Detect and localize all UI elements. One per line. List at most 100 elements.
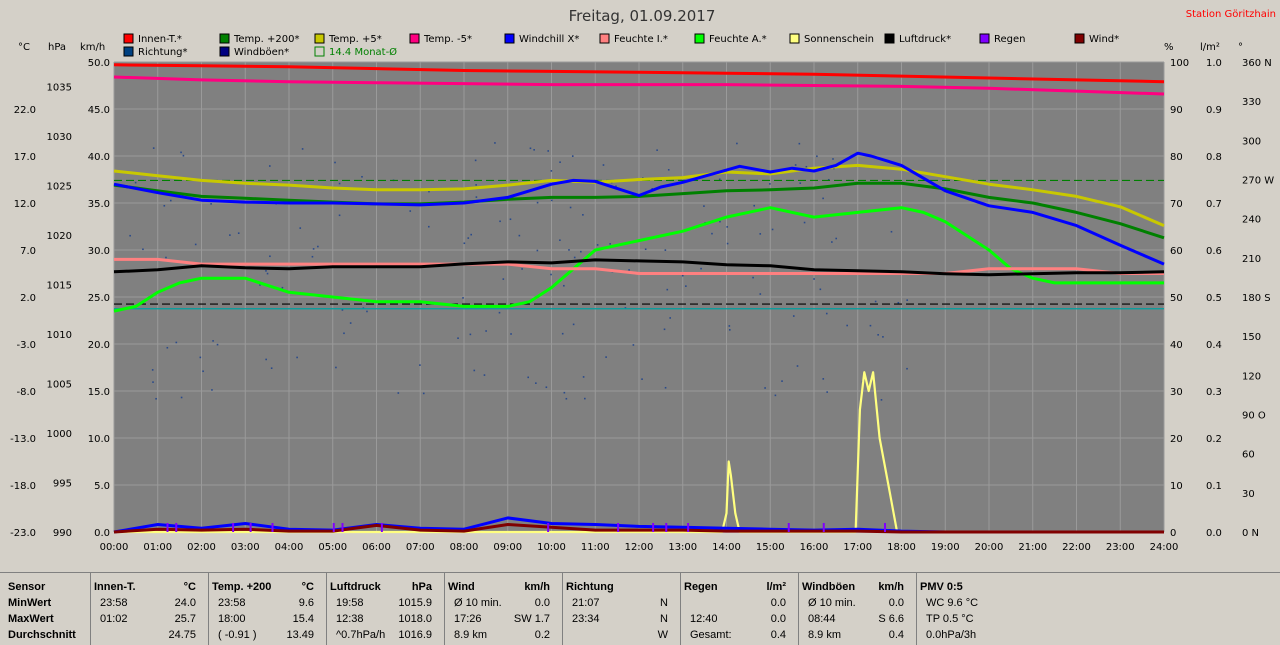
direction-point bbox=[771, 228, 774, 231]
x-tick-label: 14:00 bbox=[712, 542, 741, 553]
tick-label-kmh: 10.0 bbox=[88, 434, 110, 445]
direction-point bbox=[470, 233, 472, 236]
direction-point bbox=[457, 337, 459, 340]
direction-point bbox=[897, 301, 900, 304]
stats-cell: 21:07 N bbox=[572, 597, 668, 609]
unit-percent: % bbox=[1164, 42, 1174, 53]
tick-label-deg: 90 O bbox=[1242, 411, 1266, 422]
legend-label: Temp. +5* bbox=[328, 34, 382, 45]
direction-point bbox=[726, 226, 729, 228]
direction-point bbox=[338, 182, 341, 185]
stats-cell: 8.9 km 0.4 bbox=[808, 629, 904, 641]
direction-point bbox=[473, 369, 476, 372]
x-tick-label: 12:00 bbox=[625, 542, 654, 553]
direction-point bbox=[266, 272, 269, 275]
unit-celsius: °C bbox=[18, 42, 30, 53]
tick-label-kmh: 35.0 bbox=[88, 199, 110, 210]
tick-label-deg: 210 bbox=[1242, 254, 1261, 265]
stats-divider bbox=[680, 573, 681, 645]
stats-divider bbox=[798, 573, 799, 645]
rain-bar bbox=[166, 523, 169, 532]
stats-cell: 12:38 1018.0 bbox=[336, 613, 432, 625]
direction-point bbox=[582, 376, 585, 378]
tick-label-hpa: 1030 bbox=[47, 132, 72, 143]
tick-label-hpa: 995 bbox=[53, 479, 72, 490]
direction-point bbox=[142, 248, 144, 251]
direction-point bbox=[718, 178, 721, 181]
x-tick-label: 21:00 bbox=[1018, 542, 1047, 553]
direction-point bbox=[334, 161, 336, 164]
x-tick-label: 09:00 bbox=[493, 542, 522, 553]
tick-label-hpa: 1000 bbox=[47, 429, 72, 440]
stats-cell: 23:58 24.0 bbox=[100, 597, 196, 609]
tick-label-celsius: 12.0 bbox=[14, 199, 36, 210]
stats-divider bbox=[90, 573, 91, 645]
direction-point bbox=[210, 203, 212, 205]
stats-cell: W bbox=[657, 629, 668, 641]
rain-bar bbox=[652, 523, 655, 532]
direction-point bbox=[166, 346, 169, 349]
direction-point bbox=[547, 150, 549, 152]
direction-point bbox=[869, 324, 872, 327]
direction-point bbox=[563, 391, 566, 394]
rain-bar bbox=[175, 523, 178, 532]
direction-point bbox=[494, 142, 496, 144]
direction-point bbox=[518, 234, 521, 237]
weather-chart: Freitag, 01.09.2017 Station Göritzhain I… bbox=[0, 0, 1280, 570]
rain-bar bbox=[332, 523, 335, 532]
direction-point bbox=[335, 366, 337, 369]
tick-label-lm2: 0.7 bbox=[1206, 199, 1222, 210]
direction-point bbox=[584, 397, 586, 400]
stats-cell: 8.9 km 0.2 bbox=[454, 629, 550, 641]
direction-point bbox=[341, 309, 344, 311]
x-tick-label: 04:00 bbox=[275, 542, 304, 553]
direction-point bbox=[559, 239, 561, 242]
direction-point bbox=[805, 165, 808, 168]
tick-label-deg: 30 bbox=[1242, 489, 1255, 500]
legend-label: Richtung* bbox=[138, 47, 188, 58]
direction-point bbox=[726, 242, 729, 245]
direction-point bbox=[641, 378, 643, 380]
direction-point bbox=[180, 151, 182, 154]
stats-cell: Durchschnitt bbox=[8, 629, 76, 641]
stats-cell: Gesamt: 0.4 bbox=[690, 629, 786, 641]
direction-point bbox=[545, 386, 548, 389]
tick-label-hpa: 1035 bbox=[47, 83, 72, 94]
direction-point bbox=[469, 333, 472, 336]
direction-point bbox=[736, 142, 738, 145]
stats-header: Regen l/m² bbox=[684, 581, 786, 593]
direction-point bbox=[561, 332, 564, 335]
direction-point bbox=[312, 248, 315, 250]
direction-point bbox=[769, 183, 771, 185]
unit-kmh: km/h bbox=[80, 42, 105, 53]
direction-point bbox=[822, 378, 825, 380]
direction-point bbox=[582, 214, 584, 216]
direction-point bbox=[753, 204, 756, 207]
stats-header: Wind km/h bbox=[448, 581, 550, 593]
x-tick-label: 06:00 bbox=[362, 542, 391, 553]
stats-header: Richtung bbox=[566, 581, 614, 593]
direction-point bbox=[602, 164, 605, 166]
direction-point bbox=[361, 175, 363, 178]
tick-label-kmh: 45.0 bbox=[88, 105, 110, 116]
direction-point bbox=[656, 149, 658, 151]
stats-cell: ( -0.91 ) 13.49 bbox=[218, 629, 314, 641]
legend-swatch bbox=[1074, 33, 1085, 44]
x-tick-label: 00:00 bbox=[100, 542, 129, 553]
rain-bar bbox=[547, 523, 550, 532]
tick-label-percent: 60 bbox=[1170, 246, 1183, 257]
direction-point bbox=[609, 243, 611, 245]
x-tick-label: 20:00 bbox=[975, 542, 1004, 553]
direction-point bbox=[759, 233, 762, 235]
tick-label-celsius: 2.0 bbox=[20, 293, 36, 304]
direction-point bbox=[822, 197, 824, 200]
direction-point bbox=[664, 386, 667, 389]
tick-label-kmh: 25.0 bbox=[88, 293, 110, 304]
stats-cell: Ø 10 min. 0.0 bbox=[808, 597, 904, 609]
direction-point bbox=[803, 221, 806, 224]
legend-label: Windböen* bbox=[234, 47, 289, 58]
direction-point bbox=[906, 367, 908, 370]
direction-point bbox=[792, 315, 795, 317]
stats-cell: 23:58 9.6 bbox=[218, 597, 314, 609]
tick-label-percent: 50 bbox=[1170, 293, 1183, 304]
